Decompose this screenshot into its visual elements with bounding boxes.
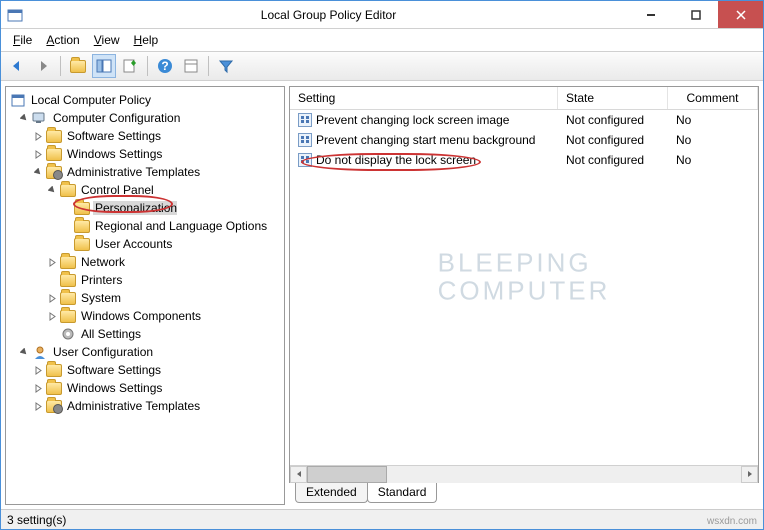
toolbar: ? <box>1 51 763 81</box>
folder-icon <box>60 184 76 197</box>
properties-button[interactable] <box>179 54 203 78</box>
folder-gear-icon <box>46 166 62 179</box>
col-comment[interactable]: Comment <box>668 87 758 109</box>
tree-software-settings[interactable]: Software Settings <box>6 127 284 145</box>
scroll-thumb[interactable] <box>307 466 387 483</box>
window-title: Local Group Policy Editor <box>29 8 628 22</box>
attribution-text: wsxdn.com <box>707 516 757 527</box>
tabs: Extended Standard <box>289 483 759 505</box>
tree-printers[interactable]: Printers <box>6 271 284 289</box>
tab-extended[interactable]: Extended <box>295 483 368 503</box>
menu-action[interactable]: Action <box>40 31 85 49</box>
scroll-track[interactable] <box>307 466 741 483</box>
horizontal-scrollbar[interactable] <box>290 465 758 482</box>
tree-all-settings[interactable]: All Settings <box>6 325 284 343</box>
window: Local Group Policy Editor File Action Vi… <box>0 0 764 530</box>
grid-header: Setting State Comment <box>290 87 758 110</box>
statusbar: 3 setting(s) <box>1 509 763 529</box>
tree-personalization[interactable]: Personalization <box>6 199 284 217</box>
minimize-button[interactable] <box>628 1 673 28</box>
maximize-button[interactable] <box>673 1 718 28</box>
export-button[interactable] <box>118 54 142 78</box>
folder-icon <box>46 364 62 377</box>
tree-user-config[interactable]: User Configuration <box>6 343 284 361</box>
tree-software-settings-2[interactable]: Software Settings <box>6 361 284 379</box>
tree-user-accounts[interactable]: User Accounts <box>6 235 284 253</box>
menu-view[interactable]: View <box>88 31 126 49</box>
right-wrap: Setting State Comment BLEEPINGCOMPUTER P… <box>289 86 759 505</box>
svg-text:?: ? <box>161 59 168 73</box>
folder-icon <box>74 220 90 233</box>
settings-pane: Setting State Comment BLEEPINGCOMPUTER P… <box>289 86 759 483</box>
tree-root[interactable]: Local Computer Policy <box>6 91 284 109</box>
computer-icon <box>32 110 48 126</box>
tree-network[interactable]: Network <box>6 253 284 271</box>
expander-icon[interactable] <box>32 130 44 142</box>
folder-icon <box>46 382 62 395</box>
col-state[interactable]: State <box>558 87 668 109</box>
folder-icon <box>74 202 90 215</box>
expander-icon[interactable] <box>46 256 58 268</box>
expander-icon[interactable] <box>18 112 30 124</box>
expander-icon[interactable] <box>32 148 44 160</box>
tree-regional[interactable]: Regional and Language Options <box>6 217 284 235</box>
folder-icon <box>46 130 62 143</box>
expander-icon[interactable] <box>32 400 44 412</box>
setting-row[interactable]: Do not display the lock screen Not confi… <box>290 150 758 170</box>
back-button[interactable] <box>5 54 29 78</box>
folder-icon <box>60 274 76 287</box>
expander-icon[interactable] <box>46 184 58 196</box>
tree-windows-components[interactable]: Windows Components <box>6 307 284 325</box>
forward-button[interactable] <box>31 54 55 78</box>
col-setting[interactable]: Setting <box>290 87 558 109</box>
scroll-right-button[interactable] <box>741 466 758 483</box>
app-icon <box>7 7 23 23</box>
close-button[interactable] <box>718 1 763 28</box>
expander-icon[interactable] <box>46 310 58 322</box>
folder-icon <box>46 148 62 161</box>
menubar: File Action View Help <box>1 29 763 51</box>
policy-icon <box>298 113 312 127</box>
policy-root-icon <box>10 92 26 108</box>
menu-help[interactable]: Help <box>128 31 165 49</box>
up-button[interactable] <box>66 54 90 78</box>
policy-icon <box>298 153 312 167</box>
tree-windows-settings[interactable]: Windows Settings <box>6 145 284 163</box>
setting-row[interactable]: Prevent changing lock screen image Not c… <box>290 110 758 130</box>
help-button[interactable]: ? <box>153 54 177 78</box>
tree-computer-config[interactable]: Computer Configuration <box>6 109 284 127</box>
tab-standard[interactable]: Standard <box>367 483 438 503</box>
user-icon <box>32 344 48 360</box>
content-area: Local Computer Policy Computer Configura… <box>1 81 763 509</box>
expander-icon[interactable] <box>32 364 44 376</box>
expander-icon[interactable] <box>46 292 58 304</box>
policy-icon <box>298 133 312 147</box>
expander-icon[interactable] <box>32 166 44 178</box>
menu-file[interactable]: File <box>7 31 38 49</box>
folder-gear-icon <box>46 400 62 413</box>
folder-icon <box>60 292 76 305</box>
expander-icon[interactable] <box>18 346 30 358</box>
tree-windows-settings-2[interactable]: Windows Settings <box>6 379 284 397</box>
titlebar: Local Group Policy Editor <box>1 1 763 29</box>
filter-button[interactable] <box>214 54 238 78</box>
scroll-left-button[interactable] <box>290 466 307 483</box>
folder-icon <box>74 238 90 251</box>
tree-admin-templates-2[interactable]: Administrative Templates <box>6 397 284 415</box>
expander-icon[interactable] <box>32 382 44 394</box>
watermark: BLEEPINGCOMPUTER <box>438 248 611 305</box>
folder-icon <box>60 310 76 323</box>
tree-control-panel[interactable]: Control Panel <box>6 181 284 199</box>
settings-icon <box>60 326 76 342</box>
tree-admin-templates[interactable]: Administrative Templates <box>6 163 284 181</box>
status-text: 3 setting(s) <box>7 513 66 527</box>
show-tree-button[interactable] <box>92 54 116 78</box>
setting-row[interactable]: Prevent changing start menu background N… <box>290 130 758 150</box>
grid-body[interactable]: BLEEPINGCOMPUTER Prevent changing lock s… <box>290 110 758 465</box>
tree-pane[interactable]: Local Computer Policy Computer Configura… <box>5 86 285 505</box>
tree-system[interactable]: System <box>6 289 284 307</box>
folder-icon <box>60 256 76 269</box>
window-controls <box>628 1 763 28</box>
